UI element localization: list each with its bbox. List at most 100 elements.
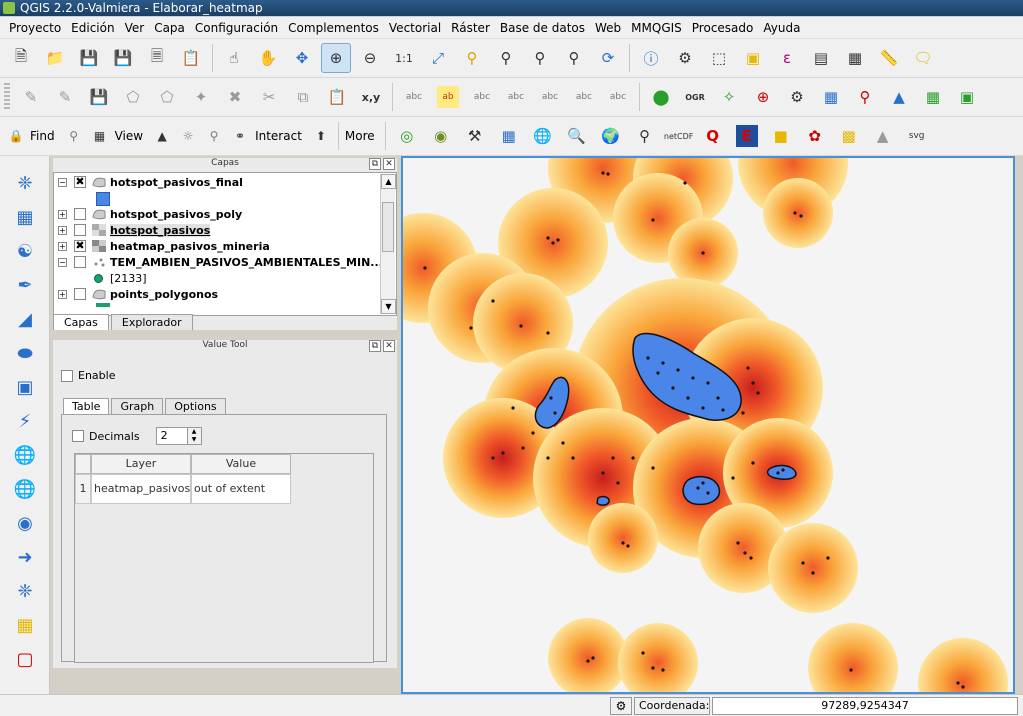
mountain-plugin-button[interactable]: ▲ (868, 121, 898, 151)
menu-edicion[interactable]: Edición (66, 18, 119, 38)
add-vector-layer-button[interactable]: ❈ (8, 166, 42, 200)
profile-button[interactable]: ◉ (426, 121, 456, 151)
column-header-value[interactable]: Value (191, 454, 291, 474)
layer-visibility-checkbox[interactable] (74, 256, 86, 268)
zoom-layer-button[interactable]: ⚲ (491, 43, 521, 73)
view-mode-button[interactable]: ▲ (151, 121, 173, 151)
decimals-checkbox[interactable] (72, 430, 84, 442)
menu-ayuda[interactable]: Ayuda (758, 18, 805, 38)
collapse-icon[interactable]: − (58, 177, 67, 187)
menu-capa[interactable]: Capa (149, 18, 190, 38)
composer-manager-button[interactable]: 📋 (176, 43, 206, 73)
grid-button[interactable]: ▦ (89, 121, 111, 151)
move-feature-button[interactable]: ⬠ (152, 82, 182, 112)
layer-labeling-button[interactable]: ab (433, 82, 463, 112)
node-tool-button[interactable]: ✦ (186, 82, 216, 112)
toolbar-grip[interactable] (4, 83, 10, 111)
georeferencer-button[interactable]: ⚙ (782, 82, 812, 112)
add-delimited-layer-button[interactable]: ◉ (8, 506, 42, 540)
cut-button[interactable]: ✂ (254, 82, 284, 112)
menu-proyecto[interactable]: Proyecto (4, 18, 66, 38)
layer-visibility-checkbox[interactable] (74, 208, 86, 220)
view-label[interactable]: View (115, 129, 143, 143)
zoom-in-button[interactable]: ⊕ (321, 43, 351, 73)
expand-icon[interactable]: + (58, 209, 67, 219)
add-raster-layer-button[interactable]: ▦ (8, 200, 42, 234)
tab-capas[interactable]: Capas (53, 314, 109, 330)
add-wcs-layer-button[interactable]: ⚡ (8, 404, 42, 438)
ogr-plugin-button[interactable]: OGR (680, 82, 710, 112)
paste-button[interactable]: 📋 (322, 82, 352, 112)
refresh-button[interactable]: ⟳ (593, 43, 623, 73)
layer-row-selected[interactable]: + hotspot_pasivos (54, 222, 211, 238)
add-wfs-layer-button[interactable]: 🌐 (8, 438, 42, 472)
close-button[interactable]: ✕ (383, 340, 395, 352)
map-canvas[interactable] (401, 156, 1015, 694)
add-gpx-layer-button[interactable]: ➜ (8, 540, 42, 574)
remove-layer-button[interactable]: ▢ (8, 642, 42, 676)
spin-down-icon[interactable]: ▼ (186, 436, 201, 444)
layer-row[interactable]: − ✖ hotspot_pasivos_final (54, 174, 243, 190)
scroll-thumb[interactable] (382, 202, 394, 252)
pan-to-selection-button[interactable]: ✥ (287, 43, 317, 73)
stripe-plugin-button[interactable]: ▩ (834, 121, 864, 151)
zoom-full-button[interactable]: ⤢ (423, 43, 453, 73)
layer-row[interactable]: + ✖ heatmap_pasivos_mineria (54, 238, 270, 254)
enable-checkbox[interactable] (61, 369, 73, 382)
lock-button[interactable]: 🔒 (6, 121, 26, 151)
new-print-composer-button[interactable]: 🗏 (142, 43, 172, 73)
deselect-button[interactable]: ▣ (738, 43, 768, 73)
layers-scrollbar[interactable]: ▲ ▼ (380, 174, 396, 314)
close-button[interactable]: ✕ (383, 158, 395, 170)
scroll-down-icon[interactable]: ▼ (381, 299, 396, 314)
open-project-button[interactable]: 📁 (40, 43, 70, 73)
run-feature-action-button[interactable]: ⚙ (670, 43, 700, 73)
select-features-button[interactable]: ⬚ (704, 43, 734, 73)
xy-button[interactable]: x,y (356, 82, 386, 112)
touch-zoom-button[interactable]: ☝ (219, 43, 249, 73)
more-label[interactable]: More (345, 129, 375, 143)
menu-raster[interactable]: Ráster (446, 18, 495, 38)
add-wms-layer-button[interactable]: ▣ (8, 370, 42, 404)
pan-button[interactable]: ✋ (253, 43, 283, 73)
float-button[interactable]: ⧉ (369, 340, 381, 352)
gps-button[interactable]: ⚲ (850, 82, 880, 112)
menu-mmqgis[interactable]: MMQGIS (626, 18, 687, 38)
move-label-button[interactable]: abc (535, 82, 565, 112)
attribute-table-button[interactable]: ▤ (806, 43, 836, 73)
sun-button[interactable]: ☼ (177, 121, 199, 151)
field-pyculator-button[interactable]: ▣ (952, 82, 982, 112)
new-shapefile-button[interactable]: ❈ (8, 574, 42, 608)
add-oracle-layer-button[interactable]: ⬬ (8, 336, 42, 370)
layer-visibility-checkbox[interactable]: ✖ (74, 240, 86, 252)
new-spatialite-button[interactable]: ▦ (8, 608, 42, 642)
world-button[interactable]: 🌍 (596, 121, 626, 151)
pin-labels-button[interactable]: abc (467, 82, 497, 112)
collapse-icon[interactable]: − (58, 257, 67, 267)
batch-button[interactable]: ▦ (494, 121, 524, 151)
pin-button[interactable]: ⚲ (203, 121, 225, 151)
layer-visibility-checkbox[interactable] (74, 224, 86, 236)
menu-complementos[interactable]: Complementos (283, 18, 384, 38)
layer-row[interactable]: − TEM_AMBIEN_PASIVOS_AMBIENTALES_MIN... (54, 254, 383, 270)
red-plugin-button[interactable]: ✿ (800, 121, 830, 151)
enable-checkbox-row[interactable]: Enable (61, 369, 115, 382)
binoculars-button[interactable]: 🔍 (562, 121, 592, 151)
interact-button[interactable]: ⬆ (310, 121, 332, 151)
toggle-editing-button[interactable]: ✎ (50, 82, 80, 112)
float-button[interactable]: ⧉ (369, 158, 381, 170)
globe-plugin-button[interactable]: 🌐 (528, 121, 558, 151)
spin-up-icon[interactable]: ▲ (186, 428, 201, 436)
add-spatialite-layer-button[interactable]: ✒ (8, 268, 42, 302)
zoom-next-button[interactable]: ⚲ (559, 43, 589, 73)
zoom-last-button[interactable]: ⚲ (525, 43, 555, 73)
menu-base-de-datos[interactable]: Base de datos (495, 18, 590, 38)
coordinate-capture-button[interactable]: ⊕ (748, 82, 778, 112)
point-sampling-button[interactable]: ⚲ (630, 121, 660, 151)
zoom-selection-button[interactable]: ⚲ (457, 43, 487, 73)
expand-icon[interactable]: + (58, 241, 67, 251)
delete-selected-button[interactable]: ✖ (220, 82, 250, 112)
q-plugin-button[interactable]: Q (698, 121, 728, 151)
expand-icon[interactable]: + (58, 289, 67, 299)
field-calculator-button[interactable]: ε (772, 43, 802, 73)
